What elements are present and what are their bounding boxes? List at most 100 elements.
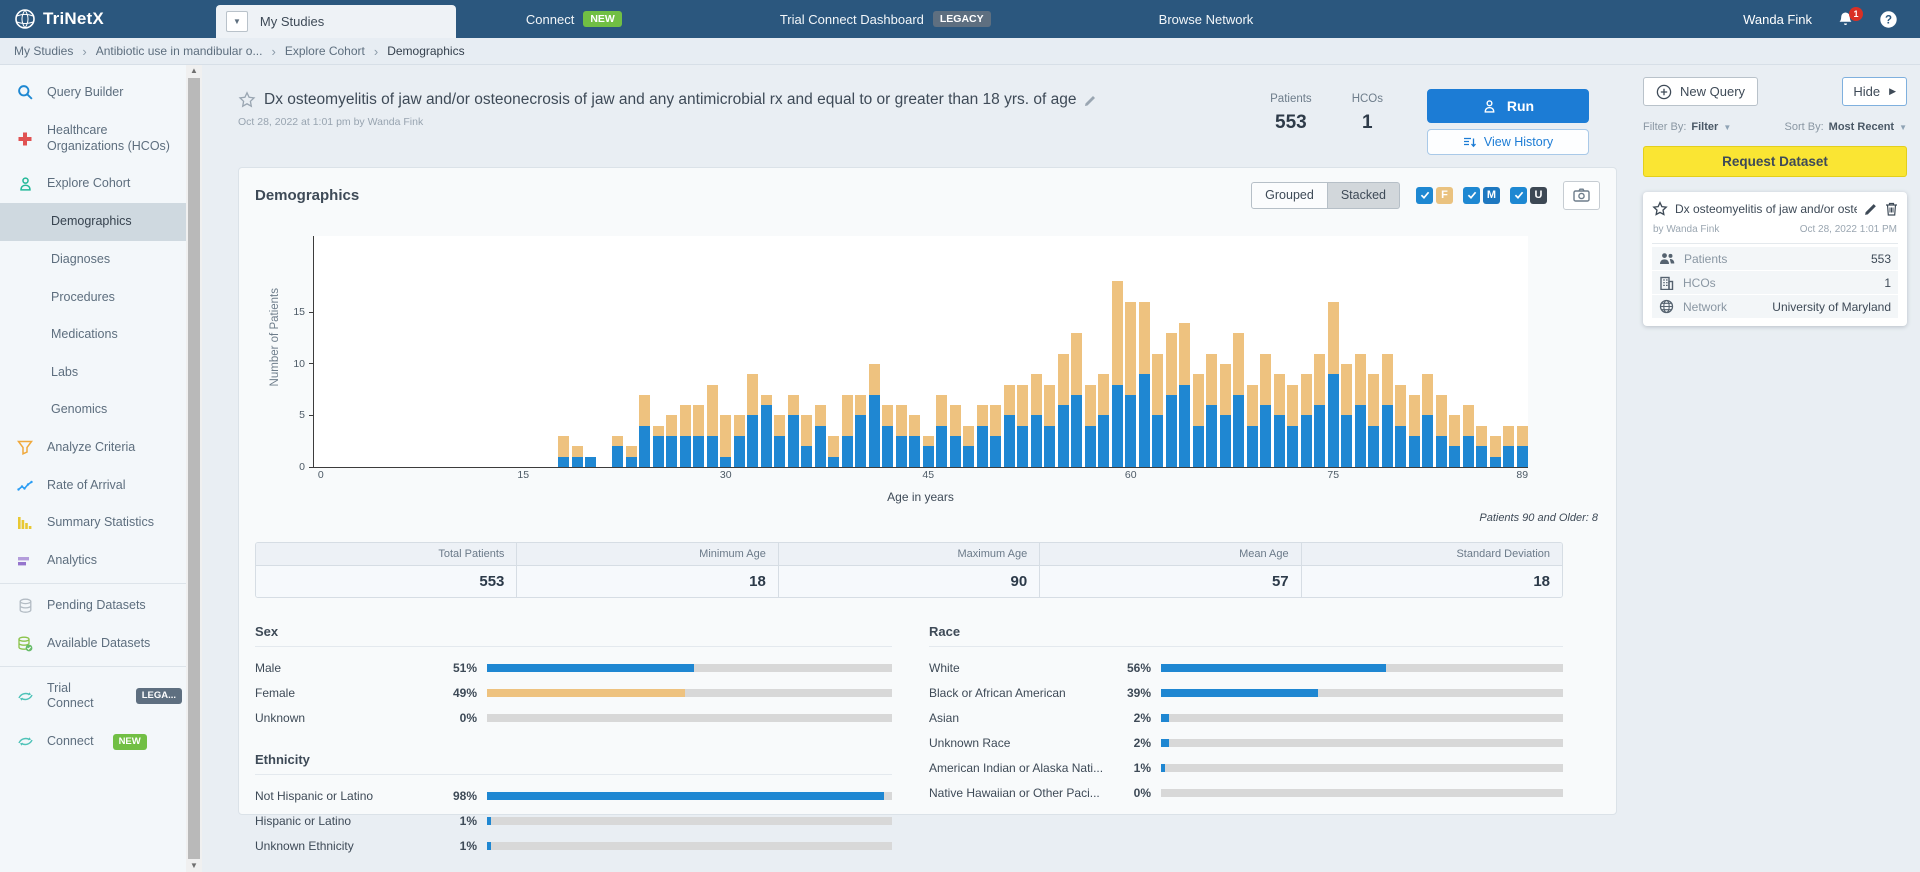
age-bar-26[interactable] [666,415,677,467]
age-bar-82[interactable] [1422,374,1433,467]
age-bar-56[interactable] [1071,333,1082,467]
age-bar-83[interactable] [1436,395,1447,467]
age-bar-42[interactable] [882,405,893,467]
age-bar-36[interactable] [801,415,812,467]
age-bar-32[interactable] [747,374,758,467]
age-bar-53[interactable] [1031,374,1042,467]
sidebar-item-connect[interactable]: ConnectNEW [0,723,186,761]
breadcrumb-my-studies[interactable]: My Studies [14,44,73,58]
age-bar-40[interactable] [855,395,866,467]
sidebar-item-rate-of-arrival[interactable]: Rate of Arrival [0,467,186,505]
age-bar-46[interactable] [936,395,947,467]
sidebar-scrollbar[interactable]: ▲ ▼ [186,65,202,872]
age-bar-33[interactable] [761,395,772,467]
checkbox-checked-icon[interactable] [1463,187,1480,204]
sidebar-item-genomics[interactable]: Genomics [0,391,186,429]
tab-my-studies[interactable]: ▼ My Studies [216,5,456,38]
age-bar-66[interactable] [1206,354,1217,467]
age-bar-38[interactable] [828,436,839,467]
sidebar-item-pending-datasets[interactable]: Pending Datasets [0,587,186,625]
sidebar-item-summary-statistics[interactable]: Summary Statistics [0,504,186,542]
age-bar-84[interactable] [1449,415,1460,467]
age-bar-60[interactable] [1125,302,1136,467]
age-bar-76[interactable] [1341,364,1352,467]
sidebar-item-labs[interactable]: Labs [0,354,186,392]
age-bar-80[interactable] [1395,385,1406,467]
view-history-button[interactable]: View History [1427,129,1589,155]
age-bar-81[interactable] [1409,395,1420,467]
toggle-stacked[interactable]: Stacked [1328,182,1400,209]
age-bar-47[interactable] [950,405,961,467]
filter-checkbox-u[interactable]: U [1510,187,1547,204]
age-bar-51[interactable] [1004,385,1015,467]
age-bar-37[interactable] [815,405,826,467]
toggle-grouped[interactable]: Grouped [1251,182,1328,209]
age-bar-88[interactable] [1503,426,1514,467]
request-dataset-button[interactable]: Request Dataset [1643,146,1907,177]
age-bar-57[interactable] [1085,385,1096,467]
age-bar-39[interactable] [842,395,853,467]
sidebar-item-medications[interactable]: Medications [0,316,186,354]
hide-panel-button[interactable]: Hide ▶ [1842,77,1907,106]
filter-by-dropdown[interactable]: Filter By: Filter ▼ [1643,121,1731,133]
sidebar-item-analyze-criteria[interactable]: Analyze Criteria [0,429,186,467]
sidebar-item-explore-cohort[interactable]: Explore Cohort [0,165,186,203]
sidebar-item-query-builder[interactable]: Query Builder [0,73,186,112]
age-bar-27[interactable] [680,405,691,467]
age-bar-71[interactable] [1274,374,1285,467]
sidebar-item-analytics[interactable]: Analytics [0,542,186,580]
age-bar-19[interactable] [572,446,583,467]
age-bar-20[interactable] [585,457,596,467]
scrollbar-thumb[interactable] [188,78,200,859]
scroll-down-icon[interactable]: ▼ [190,861,198,871]
my-studies-dropdown[interactable]: ▼ [226,11,248,32]
breadcrumb-explore-cohort[interactable]: Explore Cohort [285,44,365,58]
age-bar-41[interactable] [869,364,880,467]
sidebar-item-diagnoses[interactable]: Diagnoses [0,241,186,279]
sidebar-item-available-datasets[interactable]: Available Datasets [0,625,186,663]
nav-link-connect[interactable]: Connect NEW [526,11,622,27]
age-bar-54[interactable] [1044,385,1055,467]
age-bar-74[interactable] [1314,354,1325,467]
help-button[interactable]: ? [1879,10,1898,29]
checkbox-checked-icon[interactable] [1510,187,1527,204]
filter-checkbox-m[interactable]: M [1463,187,1500,204]
breadcrumb-study[interactable]: Antibiotic use in mandibular o... [96,44,263,58]
age-bar-62[interactable] [1152,354,1163,467]
age-bar-24[interactable] [639,395,650,467]
edit-title-icon[interactable] [1084,94,1097,107]
delete-query-icon[interactable] [1885,202,1898,216]
age-bar-30[interactable] [720,415,731,467]
checkbox-checked-icon[interactable] [1416,187,1433,204]
new-query-button[interactable]: New Query [1643,77,1758,106]
age-bar-72[interactable] [1287,385,1298,467]
chart-snapshot-button[interactable] [1563,181,1600,210]
age-bar-29[interactable] [707,385,718,467]
age-bar-23[interactable] [626,446,637,467]
query-card[interactable]: Dx osteomyelitis of jaw and/or osteone..… [1643,192,1907,326]
age-bar-70[interactable] [1260,354,1271,467]
age-bar-43[interactable] [896,405,907,467]
age-bar-73[interactable] [1301,374,1312,467]
age-bar-85[interactable] [1463,405,1474,467]
age-bar-55[interactable] [1058,354,1069,467]
age-bar-49[interactable] [977,405,988,467]
age-bar-61[interactable] [1139,302,1150,467]
age-bar-65[interactable] [1193,374,1204,467]
age-bar-28[interactable] [693,405,704,467]
nav-link-browse-network[interactable]: Browse Network [1159,12,1254,27]
age-bar-59[interactable] [1112,281,1123,467]
age-bar-79[interactable] [1382,354,1393,467]
age-bar-78[interactable] [1368,374,1379,467]
sort-by-dropdown[interactable]: Sort By: Most Recent ▼ [1785,121,1907,133]
scroll-up-icon[interactable]: ▲ [190,66,198,76]
age-bar-68[interactable] [1233,333,1244,467]
age-bar-89[interactable] [1517,426,1528,467]
age-bar-44[interactable] [909,415,920,467]
age-bar-18[interactable] [558,436,569,467]
age-bar-22[interactable] [612,436,623,467]
sidebar-item-trial-connect[interactable]: Trial ConnectLEGA... [0,670,186,723]
query-card-star-icon[interactable] [1652,201,1668,217]
sidebar-item-demographics[interactable]: Demographics [0,203,186,241]
age-bar-69[interactable] [1247,385,1258,467]
